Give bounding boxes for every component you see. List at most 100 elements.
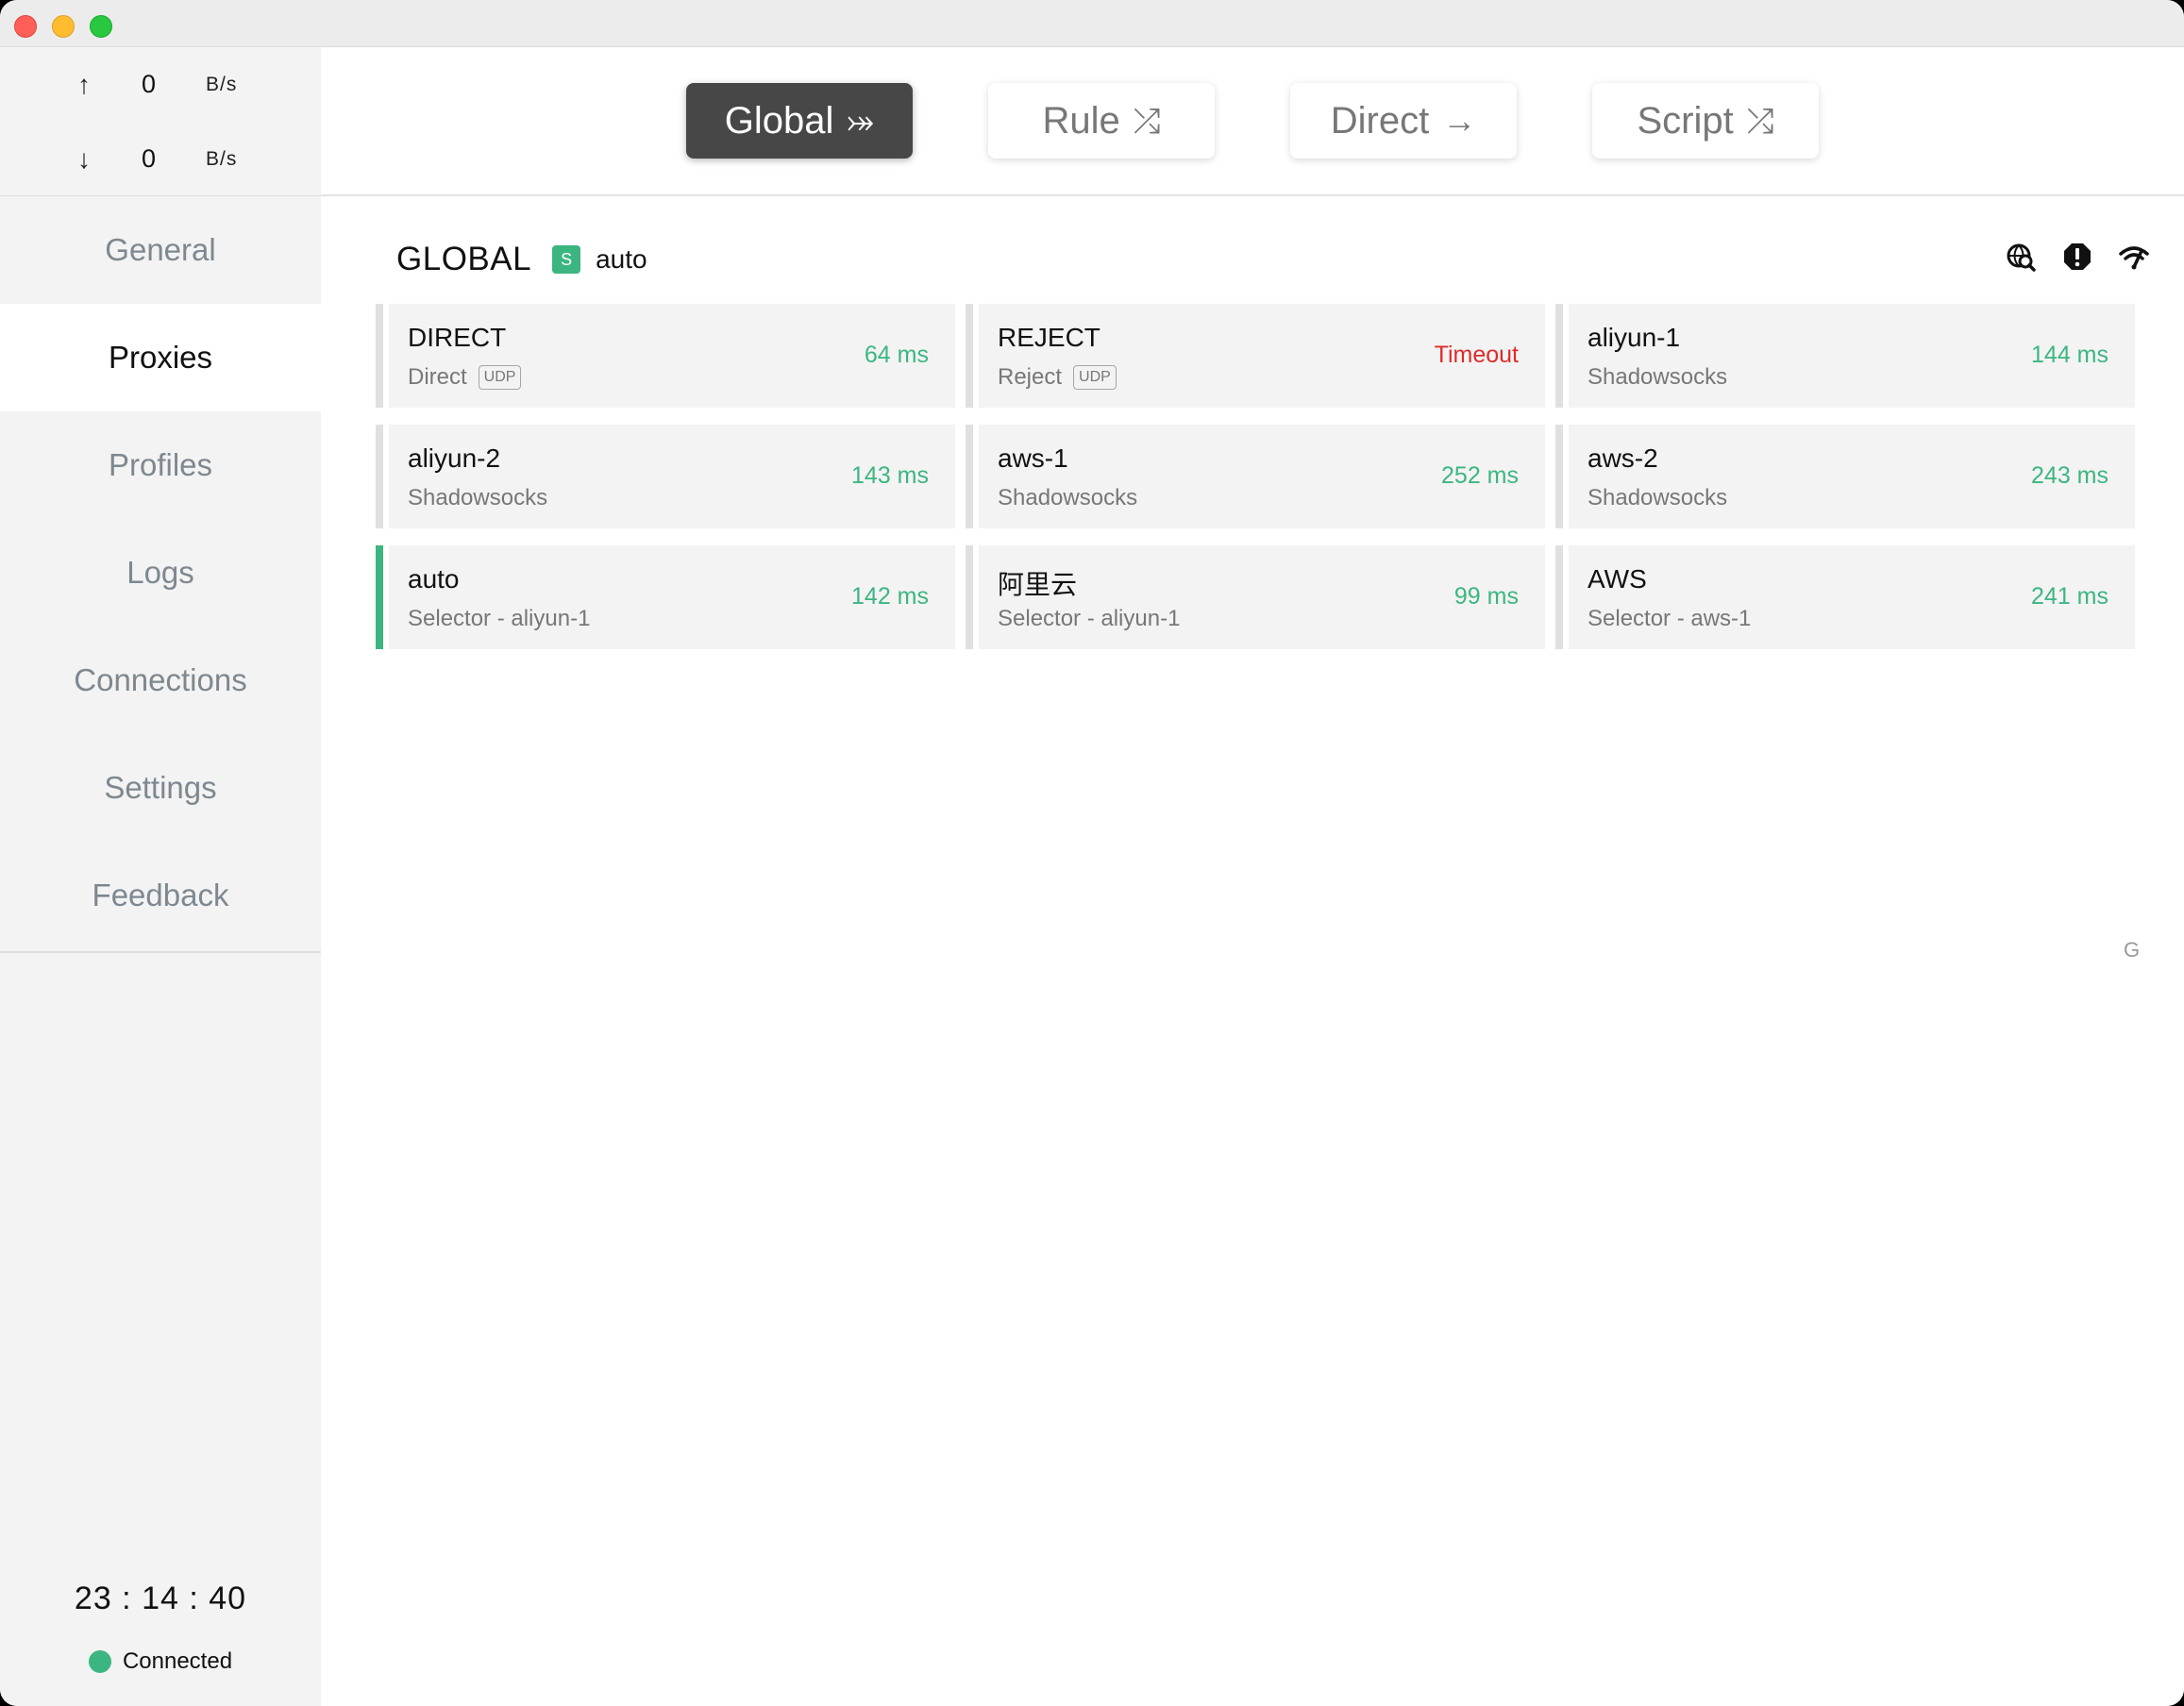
- zoom-window-button[interactable]: [90, 15, 112, 38]
- search-globe-icon[interactable]: [2005, 241, 2037, 273]
- alert-icon[interactable]: [2061, 241, 2093, 273]
- proxy-name: aws-1: [998, 443, 1068, 473]
- proxy-type: Selector - aliyun-1: [408, 606, 591, 631]
- proxy-type-row: Reject UDP: [998, 364, 1117, 391]
- upload-arrow-icon: ↑: [77, 70, 91, 99]
- proxy-name: 阿里云: [998, 570, 1078, 599]
- sidebar-item-profiles[interactable]: Profiles: [0, 411, 321, 519]
- proxy-card-indicator: [1555, 545, 1563, 649]
- close-window-button[interactable]: [14, 15, 37, 38]
- group-name: GLOBAL: [396, 241, 532, 277]
- proxy-type: Selector - aliyun-1: [998, 606, 1181, 631]
- right-arrow-icon: →: [1442, 101, 1477, 140]
- download-value: 0: [142, 144, 157, 173]
- proxy-type-row: Direct UDP: [408, 364, 522, 391]
- proxy-card-aws-1[interactable]: aws-1 Shadowsocks 252 ms: [966, 425, 1545, 528]
- proxy-type: Reject: [998, 364, 1063, 390]
- group-actions: [2005, 241, 2150, 273]
- proxy-delay[interactable]: 142 ms: [851, 583, 929, 610]
- minimize-window-button[interactable]: [52, 15, 75, 38]
- proxy-card-aliyun-2[interactable]: aliyun-2 Shadowsocks 143 ms: [376, 425, 955, 528]
- proxy-type-row: Selector - aws-1: [1588, 606, 1751, 632]
- sidebar-nav: General Proxies Profiles Logs Connection…: [0, 196, 321, 949]
- proxy-card-selected-indicator: [376, 545, 383, 649]
- proxy-type: Shadowsocks: [408, 485, 548, 510]
- proxy-card-indicator: [966, 304, 973, 408]
- proxy-card-aws-group[interactable]: AWS Selector - aws-1 241 ms: [1555, 545, 2135, 649]
- upload-value: 0: [142, 70, 157, 98]
- proxy-group-header: GLOBAL S auto: [396, 236, 647, 283]
- connection-status-text: Connected: [122, 1648, 233, 1674]
- split-arrow-icon: ⤮: [1746, 100, 1774, 140]
- proxy-type: Shadowsocks: [998, 485, 1138, 510]
- udp-tag: UDP: [478, 365, 522, 390]
- proxy-delay[interactable]: 252 ms: [1441, 462, 1519, 490]
- proxy-name: REJECT: [998, 323, 1100, 352]
- group-index-letter[interactable]: G: [2124, 938, 2140, 962]
- mode-direct-button[interactable]: Direct →: [1290, 83, 1517, 159]
- proxy-type-row: Shadowsocks: [1588, 485, 1727, 511]
- proxy-delay[interactable]: 64 ms: [865, 342, 929, 369]
- mode-bar: Global ⤖ Rule ⤮ Direct → Script ⤮: [321, 47, 2184, 196]
- connection-status: Connected: [0, 1648, 321, 1675]
- sidebar-item-settings[interactable]: Settings: [0, 734, 321, 842]
- proxy-name: DIRECT: [408, 323, 507, 352]
- mode-rule-button[interactable]: Rule ⤮: [988, 83, 1215, 159]
- sidebar-item-proxies[interactable]: Proxies: [0, 304, 321, 411]
- traffic-stats: ↑ 0 B/s ↓ 0 B/s: [0, 47, 321, 196]
- proxy-type-row: Shadowsocks: [998, 485, 1137, 511]
- sidebar-item-connections[interactable]: Connections: [0, 627, 321, 734]
- proxy-type-row: Shadowsocks: [408, 485, 547, 511]
- mode-label: Rule: [1042, 99, 1120, 142]
- proxy-delay[interactable]: 144 ms: [2031, 342, 2108, 369]
- proxy-card-indicator: [376, 425, 383, 528]
- wifi-speed-icon[interactable]: [2118, 241, 2150, 273]
- sidebar: ↑ 0 B/s ↓ 0 B/s General Proxies Profiles…: [0, 47, 321, 1706]
- download-arrow-icon: ↓: [77, 144, 91, 174]
- sidebar-item-general[interactable]: General: [0, 196, 321, 304]
- proxy-card-indicator: [1555, 425, 1563, 528]
- status-dot-icon: [88, 1650, 111, 1673]
- group-selected-proxy: auto: [596, 244, 647, 274]
- proxy-name: aws-2: [1588, 443, 1658, 473]
- proxy-name: aliyun-2: [408, 443, 501, 473]
- proxy-card-aliyun-group[interactable]: 阿里云 Selector - aliyun-1 99 ms: [966, 545, 1545, 649]
- proxy-delay[interactable]: 243 ms: [2031, 462, 2108, 490]
- proxy-type-row: Shadowsocks: [1588, 364, 1727, 391]
- upload-unit: B/s: [206, 74, 238, 95]
- sidebar-divider: [0, 951, 321, 953]
- proxy-type: Direct: [408, 364, 467, 390]
- proxy-delay[interactable]: 143 ms: [851, 462, 929, 490]
- mode-script-button[interactable]: Script ⤮: [1592, 83, 1819, 159]
- sidebar-item-feedback[interactable]: Feedback: [0, 842, 321, 949]
- proxy-card-reject[interactable]: REJECT Reject UDP Timeout: [966, 304, 1545, 408]
- upload-stat: ↑ 0 B/s: [0, 66, 321, 104]
- split-arrow-icon: ⤮: [1133, 100, 1161, 140]
- proxy-type: Selector - aws-1: [1588, 606, 1752, 631]
- proxy-delay[interactable]: 99 ms: [1454, 583, 1519, 610]
- proxy-card-indicator: [966, 425, 973, 528]
- proxy-name: AWS: [1588, 564, 1647, 594]
- proxy-delay[interactable]: 241 ms: [2031, 583, 2108, 610]
- proxy-card-indicator: [376, 304, 383, 408]
- proxy-card-aws-2[interactable]: aws-2 Shadowsocks 243 ms: [1555, 425, 2135, 528]
- proxy-card-indicator: [1555, 304, 1563, 408]
- merge-arrow-icon: ⤖: [847, 100, 875, 140]
- proxy-name: auto: [408, 564, 460, 594]
- mode-label: Global: [724, 99, 834, 142]
- proxy-delay[interactable]: Timeout: [1435, 342, 1519, 369]
- proxy-card-direct[interactable]: DIRECT Direct UDP 64 ms: [376, 304, 955, 408]
- proxy-card-aliyun-1[interactable]: aliyun-1 Shadowsocks 144 ms: [1555, 304, 2135, 408]
- sidebar-item-logs[interactable]: Logs: [0, 519, 321, 627]
- proxy-type: Shadowsocks: [1588, 485, 1728, 510]
- mode-global-button[interactable]: Global ⤖: [686, 83, 913, 159]
- proxy-type-row: Selector - aliyun-1: [998, 606, 1180, 632]
- main-content: Global ⤖ Rule ⤮ Direct → Script ⤮ GLOBAL…: [321, 47, 2184, 1706]
- udp-tag: UDP: [1073, 365, 1117, 390]
- title-bar: [0, 0, 2184, 47]
- mode-label: Script: [1637, 99, 1734, 142]
- proxy-type: Shadowsocks: [1588, 364, 1728, 390]
- mode-label: Direct: [1330, 99, 1430, 142]
- proxy-name: aliyun-1: [1588, 323, 1681, 352]
- proxy-card-auto[interactable]: auto Selector - aliyun-1 142 ms: [376, 545, 955, 649]
